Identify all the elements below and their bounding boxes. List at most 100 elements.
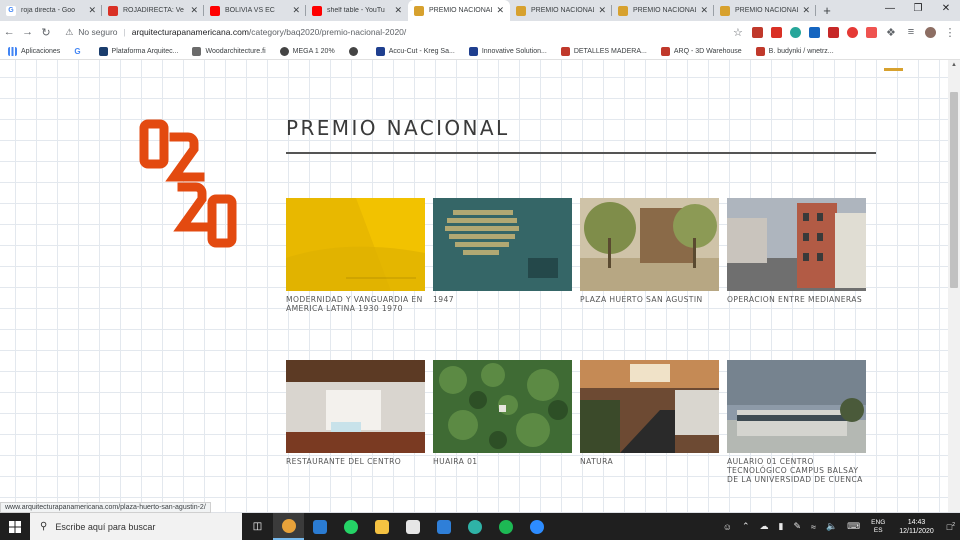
post-card[interactable]: 1947 xyxy=(433,198,572,304)
extension-icon[interactable] xyxy=(808,26,820,38)
bookmark-item[interactable]: DETALLES MADERA... xyxy=(560,46,647,56)
keyboard-icon[interactable]: ⌨ xyxy=(847,521,860,532)
address-bar[interactable]: ⚠ No seguro | arquitecturapanamericana.c… xyxy=(65,23,728,41)
card-caption[interactable]: NATURA xyxy=(580,457,719,466)
bookmark-item[interactable]: Innovative Solution... xyxy=(468,46,547,56)
browser-tab[interactable]: PREMIO NACIONAL ✕ xyxy=(714,0,816,21)
people-icon[interactable]: ☺ xyxy=(723,522,732,532)
calendar-taskbar-icon[interactable] xyxy=(304,513,335,540)
bookmark-item[interactable] xyxy=(348,46,362,56)
playlist-icon[interactable]: ≡ xyxy=(901,26,921,38)
extension-icon[interactable] xyxy=(846,26,858,38)
star-icon[interactable]: ☆ xyxy=(728,26,748,39)
new-tab-button[interactable]: + xyxy=(816,0,838,21)
task-view-icon[interactable]: ◫ xyxy=(242,513,273,540)
post-card[interactable]: HUAIRA 01 xyxy=(433,360,572,466)
notification-icon[interactable]: □2 xyxy=(947,522,955,532)
cloud-icon[interactable]: ☁ xyxy=(760,521,769,532)
card-image[interactable] xyxy=(433,198,572,291)
browser-tab[interactable]: shelf table - YouTu ✕ xyxy=(306,0,408,21)
extension-icon[interactable] xyxy=(865,26,877,38)
post-card[interactable]: RESTAURANTE DEL CENTRO xyxy=(286,360,425,466)
extension-icon[interactable] xyxy=(827,26,839,38)
bookmark-item[interactable]: Aplicaciones xyxy=(8,46,60,56)
bookmark-item[interactable]: G xyxy=(74,46,84,56)
zoom-icon[interactable] xyxy=(521,513,552,540)
card-caption[interactable]: OPERACION ENTRE MEDIANERAS xyxy=(727,295,866,304)
baq2020-logo[interactable] xyxy=(134,115,244,255)
chrome-taskbar-icon[interactable] xyxy=(273,513,304,540)
pen-icon[interactable]: ✎ xyxy=(793,521,801,532)
bookmark-item[interactable]: Accu-Cut - Kreg Sa... xyxy=(375,46,455,56)
card-image[interactable] xyxy=(580,198,719,291)
close-window-icon[interactable]: ✕ xyxy=(932,0,960,18)
card-image[interactable] xyxy=(580,360,719,453)
bookmark-item[interactable]: Woodarchitecture.fi xyxy=(192,46,266,56)
close-tab-icon[interactable]: ✕ xyxy=(190,5,198,16)
volume-icon[interactable]: 🔈 xyxy=(826,521,837,532)
chevron-up-icon[interactable]: ⌃ xyxy=(742,521,750,532)
taskbar-search[interactable]: ⚲ Escribe aquí para buscar xyxy=(30,513,242,540)
card-caption[interactable]: PLAZA HUERTO SAN AGUSTIN xyxy=(580,295,719,304)
language-indicator[interactable]: ENG ES xyxy=(871,519,885,535)
clock[interactable]: 14:43 12/11/2020 xyxy=(899,518,934,536)
avatar[interactable] xyxy=(924,26,936,38)
close-tab-icon[interactable]: ✕ xyxy=(88,5,96,16)
puzzle-icon[interactable]: ❖ xyxy=(881,26,901,39)
battery-icon[interactable]: ▮ xyxy=(779,521,784,532)
store-icon[interactable] xyxy=(397,513,428,540)
post-card[interactable]: OPERACION ENTRE MEDIANERAS xyxy=(727,198,866,304)
menu-icon[interactable]: ⋮ xyxy=(940,26,960,39)
browser-tab[interactable]: PREMIO NACIONAL ✕ xyxy=(408,0,510,21)
close-tab-icon[interactable]: ✕ xyxy=(802,5,810,16)
bookmark-item[interactable]: ARQ - 3D Warehouse xyxy=(660,46,742,56)
close-tab-icon[interactable]: ✕ xyxy=(292,5,300,16)
extension-icon[interactable] xyxy=(770,26,782,38)
extension-icon[interactable] xyxy=(751,26,763,38)
browser-tab[interactable]: ROJADIRECTA: Ve ✕ xyxy=(102,0,204,21)
card-caption[interactable]: MODERNIDAD Y VANGUARDIA EN AMERICA LATIN… xyxy=(286,295,425,313)
close-tab-icon[interactable]: ✕ xyxy=(700,5,708,16)
bookmark-item[interactable]: MEGA 1 20% xyxy=(279,46,335,56)
bookmark-item[interactable]: Plataforma Arquitec... xyxy=(98,46,178,56)
browser-tab[interactable]: PREMIO NACIONAL ✕ xyxy=(612,0,714,21)
scroll-up-arrow-icon[interactable]: ▲ xyxy=(951,62,957,68)
card-caption[interactable]: 1947 xyxy=(433,295,572,304)
post-card[interactable]: MODERNIDAD Y VANGUARDIA EN AMERICA LATIN… xyxy=(286,198,425,313)
card-caption[interactable]: AULARIO 01 CENTRO TECNOLÓGICO CAMPUS BAL… xyxy=(727,457,866,484)
security-label[interactable]: No seguro xyxy=(78,27,117,37)
forward-icon[interactable]: → xyxy=(18,26,36,38)
card-caption[interactable]: RESTAURANTE DEL CENTRO xyxy=(286,457,425,466)
file-explorer-icon[interactable] xyxy=(366,513,397,540)
start-button[interactable] xyxy=(0,520,30,533)
browser-tab[interactable]: BOLIVIA VS EC ✕ xyxy=(204,0,306,21)
post-card[interactable]: AULARIO 01 CENTRO TECNOLÓGICO CAMPUS BAL… xyxy=(727,360,866,484)
card-image[interactable] xyxy=(727,198,866,291)
mail-icon[interactable] xyxy=(428,513,459,540)
browser-tab[interactable]: PREMIO NACIONAL ✕ xyxy=(510,0,612,21)
spotify-icon[interactable] xyxy=(490,513,521,540)
edge-icon[interactable] xyxy=(459,513,490,540)
reload-icon[interactable]: ↻ xyxy=(37,26,55,39)
scrollbar-thumb[interactable] xyxy=(950,92,958,288)
card-image[interactable] xyxy=(727,360,866,453)
wifi-icon[interactable]: ≈ xyxy=(811,522,816,532)
card-image[interactable] xyxy=(286,360,425,453)
warning-icon[interactable]: ⚠ xyxy=(65,27,73,38)
card-caption[interactable]: HUAIRA 01 xyxy=(433,457,572,466)
close-tab-icon[interactable]: ✕ xyxy=(496,5,504,16)
card-image[interactable] xyxy=(286,198,425,291)
post-card[interactable]: PLAZA HUERTO SAN AGUSTIN xyxy=(580,198,719,304)
bookmark-item[interactable]: B. budynki / wnetrz... xyxy=(755,46,834,56)
whatsapp-taskbar-icon[interactable] xyxy=(335,513,366,540)
restore-icon[interactable]: ❐ xyxy=(904,0,932,18)
browser-tab[interactable]: Groja directa - Goo ✕ xyxy=(0,0,102,21)
back-icon[interactable]: ← xyxy=(0,26,18,38)
extension-icon[interactable] xyxy=(789,26,801,38)
close-tab-icon[interactable]: ✕ xyxy=(394,5,402,16)
post-card[interactable]: NATURA xyxy=(580,360,719,466)
card-image[interactable] xyxy=(433,360,572,453)
minimize-icon[interactable]: — xyxy=(876,0,904,18)
close-tab-icon[interactable]: ✕ xyxy=(598,5,606,16)
apps-grid-icon xyxy=(8,46,17,56)
